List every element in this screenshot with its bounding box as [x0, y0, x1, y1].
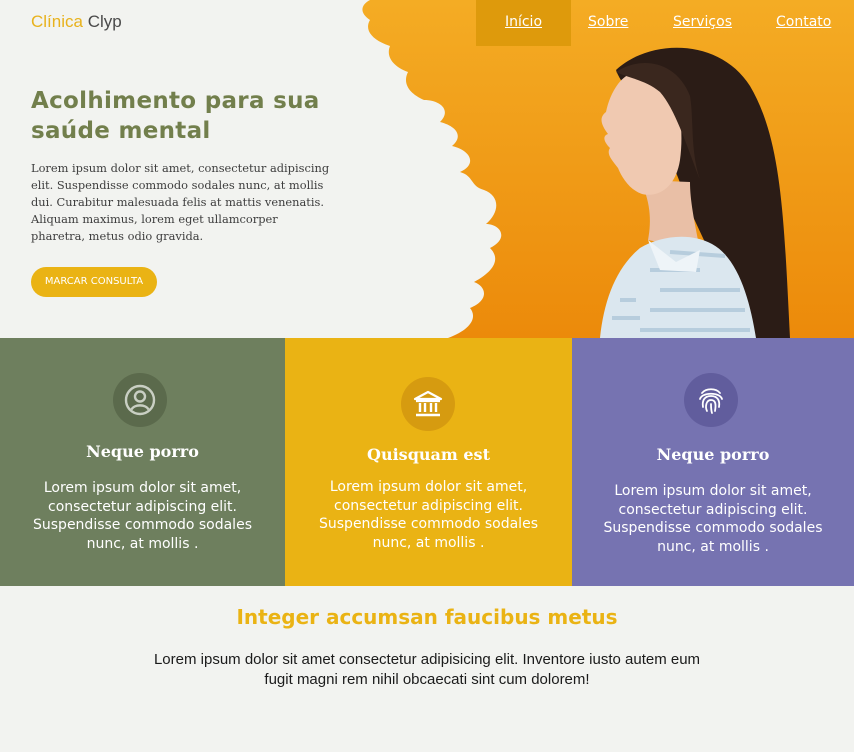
user-circle-icon — [113, 373, 167, 427]
feature-card-3: Neque porro Lorem ipsum dolor sit amet, … — [572, 338, 854, 586]
nav-link-contato[interactable]: Contato — [776, 0, 831, 46]
feature-text: Lorem ipsum dolor sit amet, consectetur … — [33, 480, 252, 552]
section-text: Lorem ipsum dolor sit amet consectetur a… — [153, 651, 701, 688]
fingerprint-icon — [684, 373, 738, 427]
feature-title: Neque porro — [86, 442, 199, 461]
book-appointment-button[interactable]: MARCAR CONSULTA — [31, 267, 157, 297]
hero-section: Clínica Clyp Início Sobre Serviços Conta… — [0, 0, 854, 338]
features-row: Neque porro Lorem ipsum dolor sit amet, … — [0, 338, 854, 586]
nav-link-servicos[interactable]: Serviços — [673, 0, 732, 46]
bank-icon — [401, 377, 455, 431]
feature-title: Quisquam est — [367, 445, 490, 464]
feature-card-1: Neque porro Lorem ipsum dolor sit amet, … — [0, 338, 285, 586]
info-section: Integer accumsan faucibus metus Lorem ip… — [0, 586, 854, 752]
main-nav: Início — [476, 0, 571, 46]
section-title: Integer accumsan faucibus metus — [236, 605, 618, 629]
feature-text: Lorem ipsum dolor sit amet, consectetur … — [603, 483, 823, 555]
brand-name-part1: Clínica — [31, 12, 83, 31]
feature-card-2: Quisquam est Lorem ipsum dolor sit amet,… — [285, 338, 572, 586]
feature-title: Neque porro — [656, 445, 770, 464]
hero-title-line2: saúde mental — [31, 118, 211, 144]
nav-link-inicio[interactable]: Início — [476, 0, 571, 46]
hero-description: Lorem ipsum dolor sit amet, consectetur … — [31, 161, 330, 243]
nav-link-sobre[interactable]: Sobre — [588, 0, 628, 46]
brand-name-part2: Clyp — [87, 12, 122, 31]
hero-title-line1: Acolhimento para sua — [31, 88, 320, 114]
feature-text: Lorem ipsum dolor sit amet, consectetur … — [319, 479, 538, 551]
brand-logo[interactable]: Clínica Clyp — [31, 12, 122, 32]
hero-title: Acolhimento para sua saúde mental — [31, 86, 361, 146]
